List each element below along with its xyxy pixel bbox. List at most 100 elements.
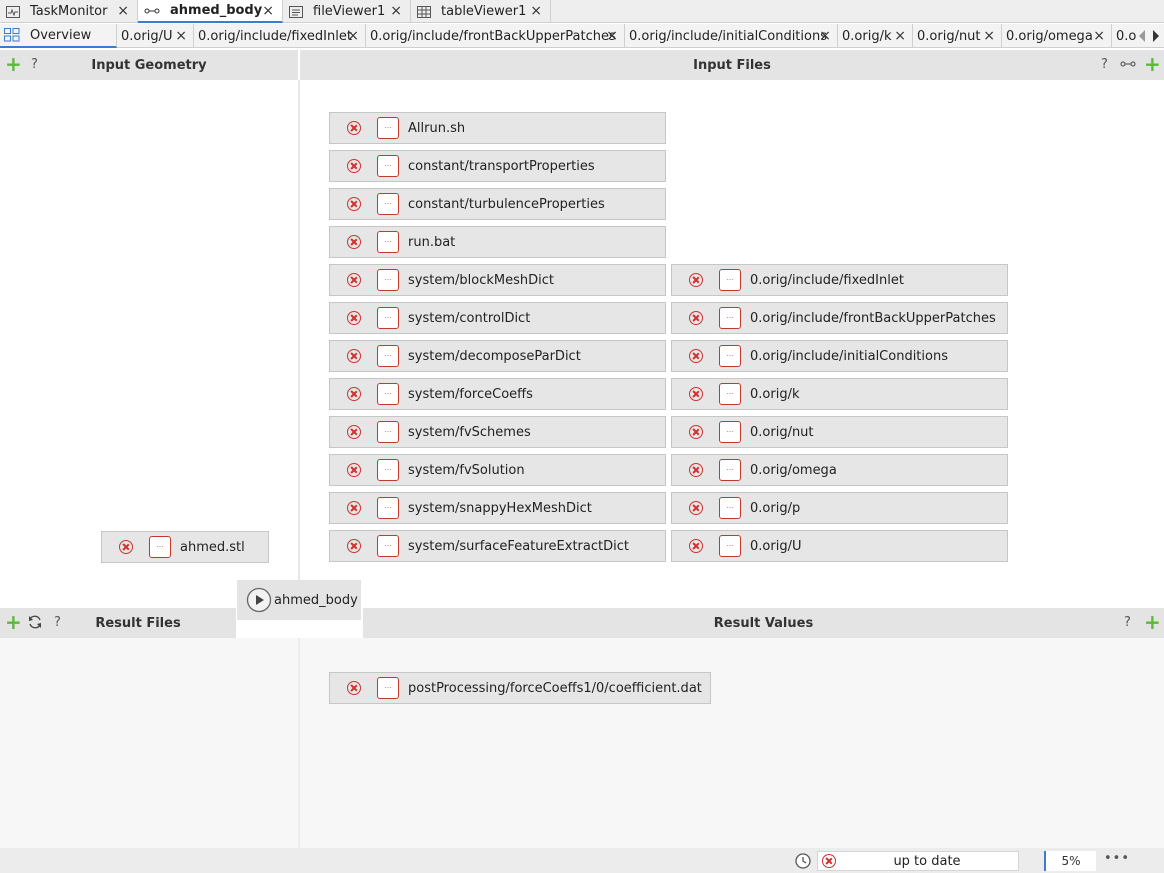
help-icon[interactable]: ? bbox=[31, 57, 38, 72]
error-icon[interactable] bbox=[689, 425, 703, 439]
input-file-item[interactable]: ··· 0.orig/U bbox=[671, 530, 1008, 562]
error-icon[interactable] bbox=[689, 539, 703, 553]
error-icon[interactable] bbox=[347, 681, 361, 695]
input-file-item[interactable]: ··· system/fvSchemes bbox=[329, 416, 666, 448]
tab-file[interactable]: 0.orig/include/frontBackUpperPatches × bbox=[366, 24, 625, 48]
input-file-item[interactable]: ··· 0.orig/include/frontBackUpperPatches bbox=[671, 302, 1008, 334]
input-file-item[interactable]: ··· 0.orig/include/initialConditions bbox=[671, 340, 1008, 372]
tab-label: TaskMonitor bbox=[30, 4, 108, 19]
error-icon[interactable] bbox=[347, 235, 361, 249]
file-name: system/fvSolution bbox=[408, 462, 525, 478]
close-icon[interactable]: × bbox=[117, 3, 129, 19]
file-icon: ··· bbox=[377, 677, 399, 699]
error-icon[interactable] bbox=[347, 463, 361, 477]
close-icon[interactable]: × bbox=[390, 3, 402, 19]
error-icon[interactable] bbox=[347, 349, 361, 363]
tab-scroll-arrows[interactable] bbox=[1138, 29, 1160, 43]
input-file-item[interactable]: ··· system/forceCoeffs bbox=[329, 378, 666, 410]
close-icon[interactable]: × bbox=[347, 28, 359, 44]
tab-label: tableViewer1 bbox=[441, 4, 527, 19]
error-icon[interactable] bbox=[689, 387, 703, 401]
close-icon[interactable]: × bbox=[983, 28, 995, 44]
tab-overview[interactable]: Overview bbox=[0, 24, 117, 48]
add-result-file-button[interactable]: + bbox=[5, 612, 22, 632]
file-name: system/forceCoeffs bbox=[408, 386, 533, 402]
input-file-item[interactable]: ··· run.bat bbox=[329, 226, 666, 258]
input-file-item[interactable]: ··· system/blockMeshDict bbox=[329, 264, 666, 296]
error-icon[interactable] bbox=[347, 311, 361, 325]
input-file-item[interactable]: ··· constant/transportProperties bbox=[329, 150, 666, 182]
status-text: up to date bbox=[893, 853, 961, 869]
input-file-item[interactable]: ··· system/controlDict bbox=[329, 302, 666, 334]
tab-file[interactable]: 0.orig/U × bbox=[117, 24, 194, 48]
file-icon: ··· bbox=[377, 117, 399, 139]
error-icon[interactable] bbox=[347, 501, 361, 515]
close-icon[interactable]: × bbox=[819, 28, 831, 44]
tab-taskmonitor[interactable]: TaskMonitor × bbox=[0, 0, 138, 23]
input-file-item[interactable]: ··· system/surfaceFeatureExtractDict bbox=[329, 530, 666, 562]
tab-label: 0.o bbox=[1116, 28, 1137, 44]
progress-value: 5% bbox=[1061, 854, 1081, 868]
close-icon[interactable]: × bbox=[530, 3, 542, 19]
chevron-left-icon bbox=[1139, 30, 1145, 42]
error-icon[interactable] bbox=[347, 197, 361, 211]
run-node[interactable]: ahmed_body bbox=[237, 580, 361, 620]
play-icon[interactable] bbox=[246, 587, 272, 613]
input-file-item[interactable]: ··· Allrun.sh bbox=[329, 112, 666, 144]
input-file-item[interactable]: ··· system/fvSolution bbox=[329, 454, 666, 486]
section-title: Input Files bbox=[693, 57, 771, 73]
file-icon: ··· bbox=[377, 231, 399, 253]
input-file-item[interactable]: ··· constant/turbulenceProperties bbox=[329, 188, 666, 220]
error-icon[interactable] bbox=[689, 311, 703, 325]
error-icon[interactable] bbox=[689, 463, 703, 477]
geometry-file-item[interactable]: ··· ahmed.stl bbox=[101, 531, 269, 563]
input-file-item[interactable]: ··· 0.orig/include/fixedInlet bbox=[671, 264, 1008, 296]
input-file-item[interactable]: ··· 0.orig/k bbox=[671, 378, 1008, 410]
tab-file[interactable]: 0.orig/nut × bbox=[913, 24, 1002, 48]
tab-file[interactable]: 0.orig/k × bbox=[838, 24, 913, 48]
help-icon[interactable]: ? bbox=[1101, 57, 1108, 72]
error-icon[interactable] bbox=[347, 387, 361, 401]
add-geometry-button[interactable]: + bbox=[5, 54, 22, 74]
file-name: ahmed.stl bbox=[180, 539, 245, 555]
error-icon[interactable] bbox=[347, 273, 361, 287]
tab-file[interactable]: 0.orig/omega × bbox=[1002, 24, 1112, 48]
file-name: system/fvSchemes bbox=[408, 424, 531, 440]
link-icon[interactable] bbox=[1120, 60, 1136, 68]
tab-file[interactable]: 0.orig/include/fixedInlet × bbox=[194, 24, 366, 48]
history-icon[interactable] bbox=[794, 852, 812, 870]
input-file-item[interactable]: ··· system/decomposeParDict bbox=[329, 340, 666, 372]
input-file-item[interactable]: ··· 0.orig/nut bbox=[671, 416, 1008, 448]
error-icon[interactable] bbox=[689, 349, 703, 363]
tab-ahmed-body[interactable]: ahmed_body × bbox=[138, 0, 283, 23]
error-icon[interactable] bbox=[347, 121, 361, 135]
refresh-icon[interactable] bbox=[27, 614, 43, 630]
tab-label: 0.orig/omega bbox=[1006, 28, 1093, 44]
sub-tab-bar: Overview 0.orig/U × 0.orig/include/fixed… bbox=[0, 24, 1164, 48]
help-icon[interactable]: ? bbox=[54, 615, 61, 630]
error-icon[interactable] bbox=[347, 425, 361, 439]
close-icon[interactable]: × bbox=[606, 28, 618, 44]
error-icon[interactable] bbox=[119, 540, 133, 554]
input-file-item[interactable]: ··· 0.orig/p bbox=[671, 492, 1008, 524]
input-file-item[interactable]: ··· 0.orig/omega bbox=[671, 454, 1008, 486]
close-icon[interactable]: × bbox=[1093, 28, 1105, 44]
tab-label: 0.orig/include/initialConditions bbox=[629, 28, 827, 44]
close-icon[interactable]: × bbox=[175, 28, 187, 44]
tab-file[interactable]: 0.orig/include/initialConditions × bbox=[625, 24, 838, 48]
add-result-value-button[interactable]: + bbox=[1144, 612, 1161, 632]
error-icon[interactable] bbox=[347, 539, 361, 553]
tab-fileviewer1[interactable]: fileViewer1 × bbox=[283, 0, 411, 23]
error-icon[interactable] bbox=[689, 501, 703, 515]
close-icon[interactable]: × bbox=[894, 28, 906, 44]
input-file-item[interactable]: ··· system/snappyHexMeshDict bbox=[329, 492, 666, 524]
file-name: 0.orig/p bbox=[750, 500, 801, 516]
tab-tableviewer1[interactable]: tableViewer1 × bbox=[411, 0, 551, 23]
more-options-icon[interactable]: ••• bbox=[1104, 851, 1130, 866]
help-icon[interactable]: ? bbox=[1124, 615, 1131, 630]
error-icon[interactable] bbox=[689, 273, 703, 287]
add-input-file-button[interactable]: + bbox=[1144, 54, 1161, 74]
close-icon[interactable]: × bbox=[262, 3, 274, 19]
result-value-item[interactable]: ··· postProcessing/forceCoeffs1/0/coeffi… bbox=[329, 672, 711, 704]
error-icon[interactable] bbox=[347, 159, 361, 173]
